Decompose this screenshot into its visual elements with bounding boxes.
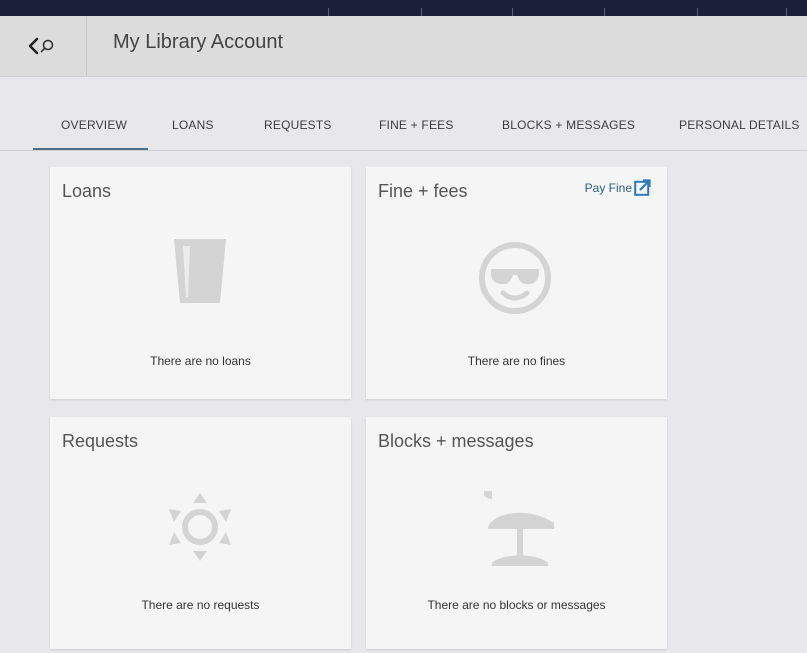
tab-blocks-messages[interactable]: BLOCKS + MESSAGES bbox=[502, 118, 635, 132]
selected-tab-indicator bbox=[33, 148, 148, 150]
blocks-card[interactable]: Blocks + messages There are no blocks or… bbox=[366, 417, 667, 649]
tab-requests[interactable]: REQUESTS bbox=[264, 118, 332, 132]
fines-card-message: There are no fines bbox=[467, 354, 566, 368]
pay-fine-label: Pay Fine bbox=[584, 180, 632, 195]
fines-card-title: Fine + fees bbox=[378, 181, 468, 201]
loans-card[interactable]: Loans There are no loans bbox=[50, 167, 351, 399]
tab-personal-details[interactable]: PERSONAL DETAILS bbox=[679, 118, 800, 132]
external-link-icon bbox=[634, 179, 651, 196]
sun-icon bbox=[169, 493, 231, 561]
sunglasses-smiley-icon bbox=[479, 242, 551, 314]
back-search-icon bbox=[28, 37, 54, 55]
empty-glass-icon bbox=[174, 239, 226, 303]
account-tabs: OVERVIEW LOANS REQUESTS FINE + FEES BLOC… bbox=[0, 100, 807, 151]
page-title: My Library Account bbox=[113, 31, 284, 53]
blocks-card-message: There are no blocks or messages bbox=[427, 598, 606, 612]
requests-card[interactable]: Requests There are no requests bbox=[50, 417, 351, 649]
fines-card[interactable]: Fine + fees Pay Fine There are no fines bbox=[366, 167, 667, 399]
beach-umbrella-icon bbox=[484, 491, 554, 566]
tab-fine-fees[interactable]: FINE + FEES bbox=[379, 118, 454, 132]
pay-fine-link[interactable]: Pay Fine bbox=[585, 179, 651, 196]
requests-card-message: There are no requests bbox=[141, 598, 260, 612]
top-navigation-strip bbox=[0, 0, 807, 16]
loans-card-title: Loans bbox=[62, 181, 112, 201]
loans-card-message: There are no loans bbox=[150, 354, 251, 368]
blocks-card-title: Blocks + messages bbox=[378, 431, 534, 451]
tab-overview[interactable]: OVERVIEW bbox=[61, 118, 127, 132]
requests-card-title: Requests bbox=[62, 431, 139, 451]
back-to-search-button[interactable] bbox=[0, 16, 87, 76]
tab-loans[interactable]: LOANS bbox=[172, 118, 214, 132]
page-header: My Library Account bbox=[0, 16, 807, 77]
